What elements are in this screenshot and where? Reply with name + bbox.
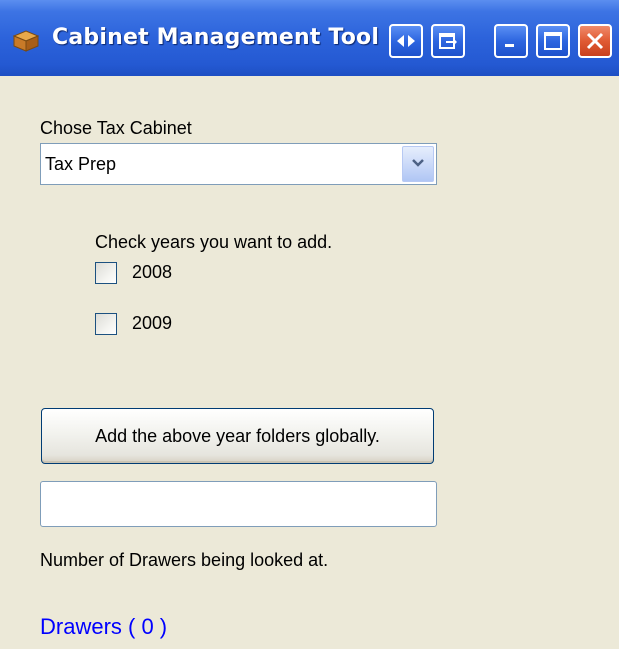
cabinet-selected-value: Tax Prep bbox=[45, 154, 117, 174]
cabinet-label: Chose Tax Cabinet bbox=[40, 118, 192, 138]
drawers-caption: Number of Drawers being looked at. bbox=[40, 550, 329, 570]
output-field[interactable] bbox=[40, 481, 437, 527]
maximize-button[interactable] bbox=[536, 24, 570, 58]
year-2009-checkbox[interactable] bbox=[95, 313, 117, 335]
close-button[interactable] bbox=[578, 24, 612, 58]
cabinet-dropdown-button[interactable] bbox=[402, 146, 434, 182]
year-2009-label: 2009 bbox=[132, 313, 173, 333]
window-title: Cabinet Management Tool bbox=[52, 25, 380, 50]
main-window: Cabinet Management Tool Chose Tax Cabine… bbox=[0, 0, 619, 649]
cabinet-box-icon bbox=[12, 28, 40, 52]
chevron-down-icon bbox=[411, 155, 425, 173]
cabinet-select[interactable]: Tax Prep bbox=[40, 143, 437, 185]
title-bar[interactable]: Cabinet Management Tool bbox=[0, 0, 619, 76]
resize-button[interactable] bbox=[389, 24, 423, 58]
add-year-folders-button[interactable]: Add the above year folders globally. bbox=[41, 408, 434, 464]
exit-button[interactable] bbox=[431, 24, 465, 58]
year-2008-checkbox[interactable] bbox=[95, 262, 117, 284]
exit-arrow-icon bbox=[438, 31, 458, 51]
years-prompt: Check years you want to add. bbox=[95, 232, 333, 252]
maximize-icon bbox=[543, 31, 563, 51]
close-icon bbox=[585, 31, 605, 51]
left-right-arrows-icon bbox=[396, 33, 416, 49]
minimize-icon bbox=[502, 32, 520, 50]
drawers-link[interactable]: Drawers ( 0 ) bbox=[40, 614, 167, 640]
minimize-button[interactable] bbox=[494, 24, 528, 58]
year-2008-label: 2008 bbox=[132, 262, 173, 282]
